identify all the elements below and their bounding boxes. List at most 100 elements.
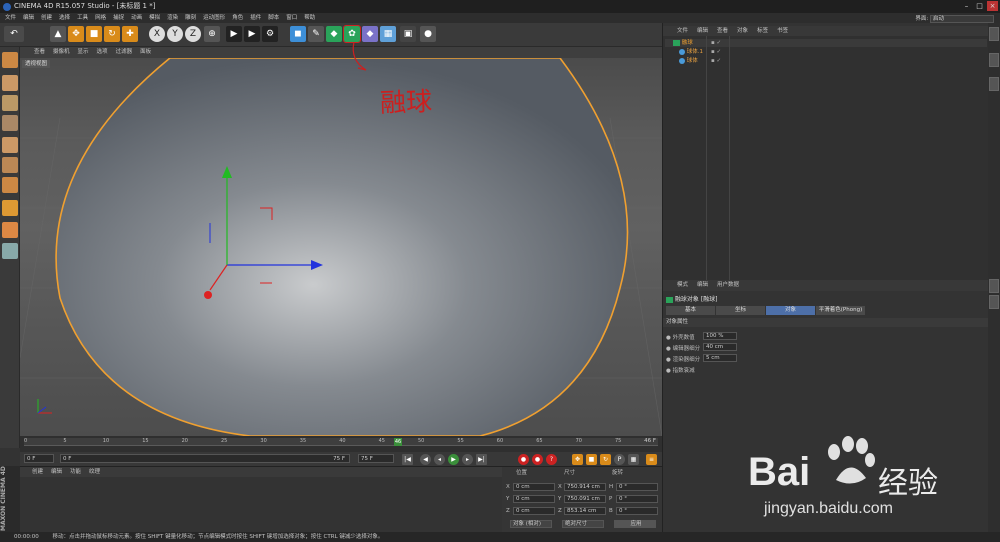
size-mode-dropdown[interactable]: 绝对尺寸 (562, 520, 604, 528)
menu-plugins[interactable]: 插件 (250, 13, 261, 23)
layout-dropdown[interactable]: 启动 (930, 14, 994, 23)
key-param-icon[interactable]: P (614, 454, 625, 465)
play-icon[interactable]: ▶ (448, 454, 459, 465)
objmenu-objects[interactable]: 对象 (737, 26, 748, 36)
rot-p-field[interactable]: 0 ° (616, 495, 658, 503)
metaball-sphere[interactable] (55, 58, 629, 436)
objmenu-file[interactable]: 文件 (677, 26, 688, 36)
side-tab-content[interactable] (989, 53, 999, 67)
objmenu-edit[interactable]: 编辑 (697, 26, 708, 36)
points-mode-icon[interactable] (2, 137, 18, 153)
pos-y-field[interactable]: 0 cm (513, 495, 555, 503)
menu-help[interactable]: 帮助 (304, 13, 315, 23)
perspective-viewport[interactable]: 透视视图 (20, 58, 662, 436)
object-row-sphere-1[interactable]: 球体.1 ▪ ✓ (665, 48, 987, 56)
tab-object[interactable]: 对象 (766, 306, 815, 315)
pos-z-field[interactable]: 0 cm (513, 507, 555, 515)
material-menu-create[interactable]: 创建 (32, 467, 43, 477)
visibility-toggle-icon[interactable]: ▪ ✓ (711, 39, 721, 47)
material-menu-function[interactable]: 功能 (70, 467, 81, 477)
tab-phong[interactable]: 平滑着色(Phong) (816, 306, 865, 315)
frame-range-slider[interactable]: 0 F 75 F (60, 454, 350, 463)
tab-coord[interactable]: 坐标 (716, 306, 765, 315)
key-position-icon[interactable]: ✥ (572, 454, 583, 465)
menu-edit[interactable]: 编辑 (23, 13, 34, 23)
menu-file[interactable]: 文件 (5, 13, 16, 23)
move-tool-icon[interactable]: ✥ (68, 26, 84, 42)
material-menu-edit[interactable]: 编辑 (51, 467, 62, 477)
world-coordinate-icon[interactable]: ⊕ (204, 26, 220, 42)
objmenu-bookmarks[interactable]: 书签 (777, 26, 788, 36)
live-selection-icon[interactable]: ✚ (122, 26, 138, 42)
size-x-field[interactable]: 750.914 cm (564, 483, 606, 491)
tab-basic[interactable]: 基本 (666, 306, 715, 315)
viewport-menu-filter[interactable]: 过滤器 (116, 47, 133, 58)
menu-character[interactable]: 角色 (232, 13, 243, 23)
rot-b-field[interactable]: 0 ° (616, 507, 658, 515)
polygons-mode-icon[interactable] (2, 177, 18, 193)
attrmenu-edit[interactable]: 编辑 (697, 280, 708, 291)
menu-mesh[interactable]: 网格 (95, 13, 106, 23)
visibility-toggle-icon[interactable]: ▪ ✓ (711, 57, 721, 65)
prev-frame-icon[interactable]: ◂ (434, 454, 445, 465)
object-manager[interactable]: 融球 ▪ ✓ 球体.1 ▪ ✓ 球体 ▪ ✓ (663, 36, 989, 291)
keyframe-help-icon[interactable]: ? (546, 454, 557, 465)
next-frame-icon[interactable]: ▸ (462, 454, 473, 465)
undo-icon[interactable]: ↶ (4, 26, 24, 42)
cube-object-icon[interactable]: ◼ (290, 26, 306, 42)
viewport-menu-camera[interactable]: 摄像机 (53, 47, 70, 58)
menu-window[interactable]: 窗口 (286, 13, 297, 23)
viewport-menu-display[interactable]: 显示 (78, 47, 89, 58)
attrmenu-mode[interactable]: 模式 (677, 280, 688, 291)
goto-end-icon[interactable]: ▶| (476, 454, 487, 465)
minimize-icon[interactable]: – (961, 1, 972, 11)
autokey-icon[interactable]: ● (532, 454, 543, 465)
side-tab-objects[interactable] (989, 27, 999, 41)
material-manager[interactable]: 创建 编辑 功能 纹理 (20, 466, 502, 532)
editor-subdiv-field[interactable]: 40 cm (703, 343, 737, 351)
side-tab-attributes[interactable] (989, 279, 999, 293)
maximize-icon[interactable]: □ (974, 1, 985, 11)
side-tab-structure[interactable] (989, 77, 999, 91)
key-rotation-icon[interactable]: ↻ (600, 454, 611, 465)
render-subdiv-field[interactable]: 5 cm (703, 354, 737, 362)
coordinate-mode-dropdown[interactable]: 对象 (相对) (510, 520, 552, 528)
menu-create[interactable]: 创建 (41, 13, 52, 23)
model-mode-icon[interactable] (2, 75, 18, 91)
timeline-current-frame[interactable]: 46 (394, 438, 402, 446)
workplane-mode-icon[interactable] (2, 115, 18, 131)
menu-tools[interactable]: 工具 (77, 13, 88, 23)
close-icon[interactable]: × (987, 1, 998, 11)
menu-mograph[interactable]: 运动图形 (203, 13, 225, 23)
viewport-menu-options[interactable]: 选项 (97, 47, 108, 58)
size-y-field[interactable]: 750.091 cm (564, 495, 606, 503)
snap-grid-icon[interactable] (2, 243, 18, 259)
pos-x-field[interactable]: 0 cm (513, 483, 555, 491)
select-arrow-icon[interactable]: ▲ (50, 26, 66, 42)
material-menu-texture[interactable]: 纹理 (89, 467, 100, 477)
camera-icon[interactable]: ▣ (400, 26, 416, 42)
y-axis-lock-icon[interactable]: Y (167, 26, 183, 42)
key-pla-icon[interactable]: ▦ (628, 454, 639, 465)
menu-select[interactable]: 选择 (59, 13, 70, 23)
rotate-tool-icon[interactable]: ↻ (104, 26, 120, 42)
end-frame-field[interactable]: 75 F (358, 454, 394, 463)
objmenu-tags[interactable]: 标签 (757, 26, 768, 36)
size-z-field[interactable]: 853.14 cm (564, 507, 606, 515)
light-icon[interactable]: ● (420, 26, 436, 42)
axis-mode-icon[interactable] (2, 200, 18, 216)
hull-value-field[interactable]: 100 % (703, 332, 737, 340)
viewport-menu-view[interactable]: 查看 (34, 47, 45, 58)
make-editable-icon[interactable] (2, 52, 18, 68)
rot-h-field[interactable]: 0 ° (616, 483, 658, 491)
menu-snap[interactable]: 捕捉 (113, 13, 124, 23)
object-row-sphere[interactable]: 球体 ▪ ✓ (665, 57, 987, 65)
side-tab-layers[interactable] (989, 295, 999, 309)
menu-script[interactable]: 脚本 (268, 13, 279, 23)
menu-sculpt[interactable]: 雕刻 (185, 13, 196, 23)
visibility-toggle-icon[interactable]: ▪ ✓ (711, 48, 721, 56)
start-frame-field[interactable]: 0 F (24, 454, 54, 463)
object-row-metaball[interactable]: 融球 ▪ ✓ (665, 39, 987, 47)
scale-tool-icon[interactable]: ■ (86, 26, 102, 42)
magnet-icon[interactable] (2, 222, 18, 238)
